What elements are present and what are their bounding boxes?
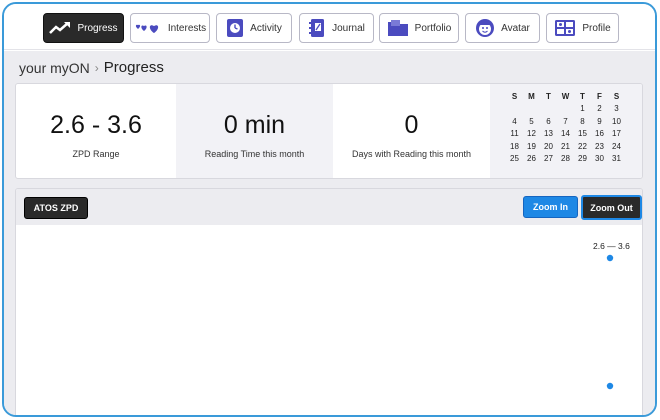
calendar-day: 12 — [527, 129, 536, 139]
calendar-day: 28 — [561, 154, 570, 164]
calendar-day: 19 — [527, 141, 536, 151]
weekday-label: T — [580, 91, 585, 101]
weekday-label: M — [528, 91, 535, 101]
breadcrumb-current: Progress — [103, 59, 164, 76]
calendar-week-row: 11 12 13 14 15 16 17 — [506, 128, 625, 141]
calendar-day — [540, 103, 557, 116]
weekday-label: F — [597, 91, 602, 101]
zpd-chart-panel: ATOS ZPD Zoom In Zoom Out 2.6 — 3.6 — [15, 188, 643, 415]
avatar-face-icon — [475, 18, 495, 38]
stat-value: 2.6 - 3.6 — [50, 111, 142, 139]
tab-portfolio[interactable]: Portfolio — [379, 13, 459, 43]
tab-label: Profile — [582, 22, 611, 34]
top-nav: Progress Interests Activity Journal Port… — [4, 4, 655, 50]
stat-value: 0 min — [223, 111, 286, 139]
calendar-day: 20 — [544, 141, 553, 151]
weekday-label: T — [546, 91, 551, 101]
calendar-day: 18 — [510, 141, 519, 151]
tab-journal[interactable]: Journal — [299, 13, 374, 43]
calendar-day: 4 — [512, 116, 517, 126]
notebook-icon — [308, 18, 326, 38]
calendar-day: 22 — [578, 141, 587, 151]
calendar-grid: S M T W T F S 1 2 3 4 5 6 7 8 9 10 11 12… — [506, 90, 625, 165]
calendar-week-row: 18 19 20 21 22 23 24 — [506, 140, 625, 153]
reading-time-stat: 0 min Reading Time this month — [176, 84, 333, 178]
folder-icon — [387, 19, 409, 37]
calendar-day: 5 — [529, 116, 534, 126]
app-frame: Progress Interests Activity Journal Port… — [2, 2, 657, 417]
zpd-lower-point — [606, 382, 614, 390]
calendar-day: 6 — [546, 116, 551, 126]
tab-label: Portfolio — [414, 22, 452, 34]
stat-label: Days with Reading this month — [351, 149, 472, 159]
calendar-day — [557, 103, 574, 116]
calendar-day: 21 — [561, 141, 570, 151]
reading-days-stat: 0 Days with Reading this month — [333, 84, 490, 178]
clock-badge-icon — [226, 18, 244, 38]
calendar-day: 29 — [578, 154, 587, 164]
calendar-day: 24 — [612, 141, 621, 151]
weekday-label: S — [511, 91, 518, 101]
tab-label: Progress — [77, 22, 118, 34]
profile-grid-icon — [554, 19, 576, 37]
chart-toolbar: ATOS ZPD Zoom In Zoom Out — [16, 189, 642, 225]
calendar-day — [523, 103, 540, 116]
calendar-week-row: 25 26 27 28 29 30 31 — [506, 153, 625, 166]
hearts-icon — [134, 22, 162, 34]
tab-interests[interactable]: Interests — [130, 13, 210, 43]
weekday-label: W — [561, 91, 570, 101]
calendar-day: 11 — [510, 129, 519, 139]
calendar-day: 1 — [580, 104, 585, 114]
calendar-week-row: 4 5 6 7 8 9 10 — [506, 115, 625, 128]
trend-up-icon — [49, 21, 71, 35]
breadcrumb-root-link[interactable]: your myON — [19, 60, 90, 76]
calendar-day: 15 — [578, 129, 587, 139]
calendar-day: 13 — [544, 129, 553, 139]
zpd-range-stat: 2.6 - 3.6 ZPD Range — [16, 84, 176, 178]
tab-profile[interactable]: Profile — [546, 13, 619, 43]
tab-avatar[interactable]: Avatar — [465, 13, 540, 43]
calendar-day: 30 — [595, 154, 604, 164]
tab-label: Activity — [250, 22, 282, 34]
zpd-upper-point — [606, 254, 614, 262]
calendar-weekday-row: S M T W T F S — [506, 90, 625, 103]
zoom-in-button[interactable]: Zoom In — [523, 196, 578, 218]
weekday-label: S — [613, 91, 620, 101]
tab-label: Interests — [167, 22, 207, 34]
stat-value: 0 — [404, 111, 419, 139]
calendar-day: 10 — [612, 116, 621, 126]
calendar-day: 3 — [614, 104, 619, 114]
calendar-day: 8 — [580, 116, 585, 126]
calendar-day: 9 — [597, 116, 602, 126]
calendar-day — [506, 103, 523, 116]
calendar-day: 7 — [563, 116, 568, 126]
reading-calendar: S M T W T F S 1 2 3 4 5 6 7 8 9 10 11 12… — [490, 84, 642, 178]
tab-label: Journal — [332, 22, 365, 34]
calendar-day: 31 — [612, 154, 621, 164]
calendar-day: 16 — [595, 129, 604, 139]
zoom-out-button[interactable]: Zoom Out — [581, 195, 642, 220]
calendar-day: 26 — [527, 154, 536, 164]
tab-activity[interactable]: Activity — [216, 13, 292, 43]
calendar-day: 25 — [510, 154, 519, 164]
zpd-plot-area: 2.6 — 3.6 — [16, 225, 642, 415]
breadcrumb: your myON › Progress — [19, 59, 164, 76]
calendar-day: 23 — [595, 141, 604, 151]
breadcrumb-separator: › — [94, 60, 99, 75]
calendar-week-row: 1 2 3 — [506, 103, 625, 116]
calendar-day: 17 — [612, 129, 621, 139]
main-content: your myON › Progress 2.6 - 3.6 ZPD Range… — [4, 51, 655, 415]
calendar-day: 2 — [597, 104, 602, 114]
stats-panel: 2.6 - 3.6 ZPD Range 0 min Reading Time t… — [15, 83, 643, 179]
calendar-day: 27 — [544, 154, 553, 164]
tab-progress[interactable]: Progress — [43, 13, 124, 43]
calendar-day: 14 — [561, 129, 570, 139]
atos-zpd-button[interactable]: ATOS ZPD — [24, 197, 88, 219]
stat-label: Reading Time this month — [204, 149, 305, 159]
zpd-plot-svg — [606, 254, 614, 390]
stat-label: ZPD Range — [72, 149, 120, 159]
tab-label: Avatar — [501, 22, 530, 34]
